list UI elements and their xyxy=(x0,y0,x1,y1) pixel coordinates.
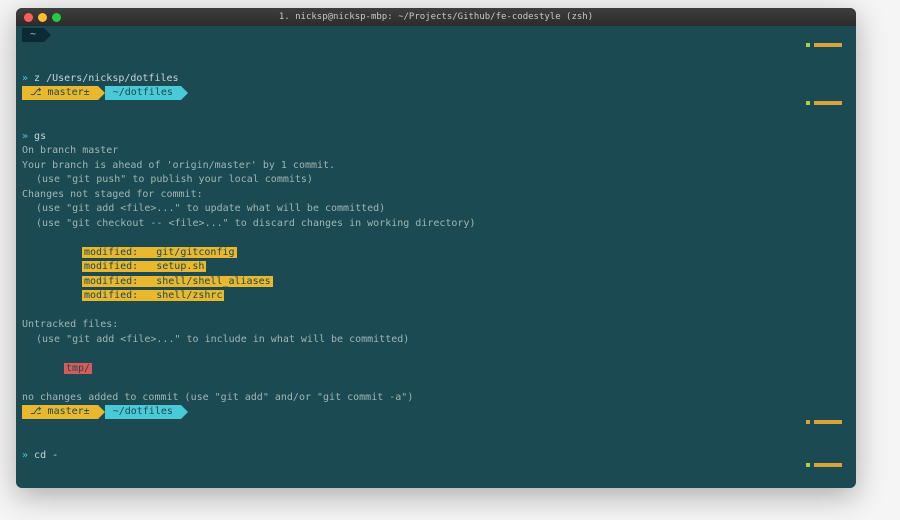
modified-file: modified: shell/shell_aliases xyxy=(82,276,273,287)
output-line: Changes not staged for commit: xyxy=(22,188,850,203)
prompt-symbol: » xyxy=(22,73,34,84)
output-line: (use "git push" to publish your local co… xyxy=(22,173,850,188)
modified-file: modified: shell/zshrc xyxy=(82,290,224,301)
status-indicators xyxy=(806,43,842,47)
prompt-symbol: » xyxy=(22,131,34,142)
modified-file: modified: setup.sh xyxy=(82,261,206,272)
titlebar: 1. nicksp@nicksp-mbp: ~/Projects/Github/… xyxy=(16,8,856,26)
terminal-window: 1. nicksp@nicksp-mbp: ~/Projects/Github/… xyxy=(16,8,856,488)
output-line: Your branch is ahead of 'origin/master' … xyxy=(22,159,850,174)
blank-line xyxy=(22,376,850,391)
terminal-body[interactable]: ~ » z /Users/nicksp/dotfiles ⎇ master± ~/… xyxy=(16,26,856,488)
output-line: On branch master xyxy=(22,144,850,159)
command-text: z /Users/nicksp/dotfiles xyxy=(34,73,179,84)
prompt-segment-branch: ⎇ master± xyxy=(22,405,98,419)
output-line: (use "git add <file>..." to include in w… xyxy=(22,333,850,348)
untracked-file: tmp/ xyxy=(64,363,92,374)
status-indicators xyxy=(806,420,842,424)
blank-line xyxy=(22,231,850,246)
prompt-segment-path: ~/dotfiles xyxy=(105,405,181,419)
prompt-segment-branch: ⎇ master± xyxy=(22,86,98,100)
modified-file: modified: git/gitconfig xyxy=(82,247,237,258)
output-line: (use "git add <file>..." to update what … xyxy=(22,202,850,217)
command-text: cd - xyxy=(34,450,58,461)
prompt-segment-path: ~/dotfiles xyxy=(105,86,181,100)
prompt-segment-home: ~ xyxy=(22,28,44,42)
output-line: Untracked files: xyxy=(22,318,850,333)
window-title: 1. nicksp@nicksp-mbp: ~/Projects/Github/… xyxy=(16,12,856,22)
output-line: (use "git checkout -- <file>..." to disc… xyxy=(22,217,850,232)
blank-line xyxy=(22,347,850,362)
status-indicators xyxy=(806,463,842,467)
command-text: gs xyxy=(34,131,46,142)
output-line: no changes added to commit (use "git add… xyxy=(22,391,850,406)
status-indicators xyxy=(806,101,842,105)
prompt-symbol: » xyxy=(22,450,34,461)
blank-line xyxy=(22,304,850,319)
